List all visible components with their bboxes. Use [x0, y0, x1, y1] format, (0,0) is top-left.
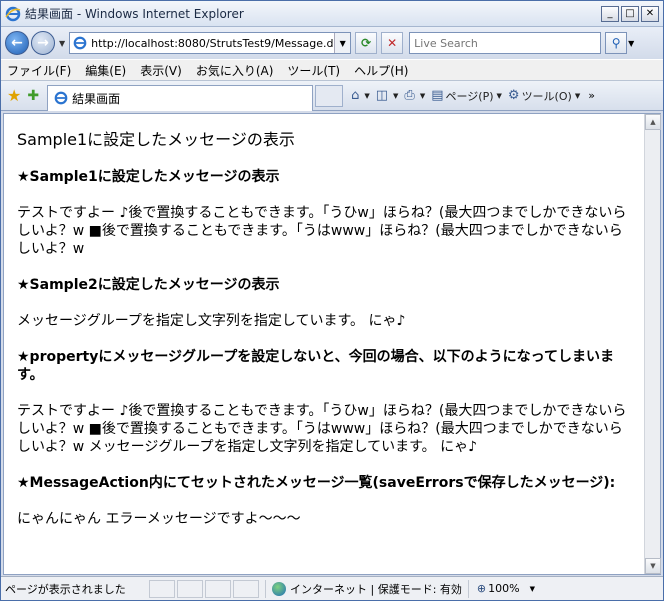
- stop-button[interactable]: ✕: [381, 32, 404, 54]
- page-menu-button[interactable]: ▤ ページ(P) ▼: [431, 88, 502, 104]
- stop-icon: ✕: [387, 36, 398, 50]
- search-button[interactable]: ⚲: [605, 32, 628, 54]
- navigation-bar: ← → ▼ http://localhost:8080/StrutsTest9/…: [1, 27, 663, 59]
- chevron-down-icon: ▼: [650, 562, 656, 570]
- menu-help[interactable]: ヘルプ(H): [354, 62, 408, 79]
- section-body: メッセージグループを指定し文字列を指定しています。 にゃ♪: [17, 313, 406, 329]
- page-viewport: Sample1に設定したメッセージの表示 ★Sample1に設定したメッセージの…: [3, 113, 661, 575]
- refresh-icon: ⟳: [361, 36, 372, 50]
- back-button[interactable]: ←: [5, 31, 29, 55]
- zone-text: インターネット | 保護モード: 有効: [290, 582, 462, 596]
- print-button[interactable]: ⎙ ▼: [404, 88, 425, 103]
- section-heading: ★Sample1に設定したメッセージの表示: [17, 169, 280, 185]
- menu-edit[interactable]: 編集(E): [85, 62, 126, 79]
- address-bar[interactable]: http://localhost:8080/StrutsTest9/Messag…: [69, 32, 352, 54]
- scroll-down-button[interactable]: ▼: [645, 558, 661, 574]
- address-dropdown[interactable]: ▼: [334, 33, 351, 53]
- feeds-button[interactable]: ◫ ▼: [376, 88, 399, 103]
- tab-page-icon: [54, 91, 68, 105]
- page-title: Sample1に設定したメッセージの表示: [17, 130, 295, 149]
- minimize-icon: _: [607, 7, 613, 19]
- section-body: にゃんにゃん エラーメッセージですよ〜〜〜: [17, 511, 301, 527]
- home-icon: ⌂: [351, 88, 360, 103]
- section-body: テストですよー ♪後で置換することもできます。「うひw」ほらね？(最大四つまでし…: [17, 403, 627, 455]
- feed-icon: ◫: [375, 88, 389, 103]
- more-commands-button[interactable]: »: [588, 89, 595, 102]
- favorites-star-icon[interactable]: ★: [7, 86, 21, 105]
- section-heading: ★propertyにメッセージグループを設定しないと、今回の場合、以下のようにな…: [17, 349, 614, 383]
- search-provider-dropdown[interactable]: ▼: [628, 39, 638, 48]
- close-button[interactable]: ✕: [641, 5, 659, 22]
- section-heading: ★MessageAction内にてセットされたメッセージ一覧(saveError…: [17, 475, 616, 491]
- back-arrow-icon: ←: [11, 35, 23, 51]
- page-icon: [73, 36, 87, 50]
- minimize-button[interactable]: _: [601, 5, 619, 22]
- add-favorites-icon[interactable]: ✚: [27, 88, 39, 104]
- tab-label: 結果画面: [72, 91, 121, 106]
- gear-icon: ⚙: [507, 88, 520, 103]
- home-button[interactable]: ⌂ ▼: [351, 88, 370, 103]
- menu-view[interactable]: 表示(V): [140, 62, 182, 79]
- command-bar: ★ ✚ 結果画面 ⌂ ▼ ◫ ▼ ⎙ ▼ ▤ ページ(P) ▼ ⚙ ツール(O) ▼ »: [1, 81, 663, 111]
- vertical-scrollbar[interactable]: ▲ ▼: [644, 114, 661, 574]
- zoom-level: 100%: [488, 582, 520, 595]
- window-title: 結果画面 - Windows Internet Explorer: [25, 7, 244, 21]
- close-icon: ✕: [645, 7, 655, 19]
- refresh-button[interactable]: ⟳: [355, 32, 378, 54]
- menu-bar: ファイル(F) 編集(E) 表示(V) お気に入り(A) ツール(T) ヘルプ(…: [1, 59, 663, 81]
- browser-window: 結果画面 - Windows Internet Explorer _ □ ✕ ←…: [0, 0, 664, 601]
- address-url[interactable]: http://localhost:8080/StrutsTest9/Messag…: [91, 37, 334, 50]
- search-icon: ⚲: [611, 36, 621, 50]
- new-tab-button[interactable]: [315, 84, 344, 107]
- forward-button[interactable]: →: [31, 31, 55, 55]
- menu-tools[interactable]: ツール(T): [287, 62, 340, 79]
- search-box[interactable]: [409, 32, 602, 54]
- maximize-button[interactable]: □: [621, 5, 639, 22]
- security-zone[interactable]: インターネット | 保護モード: 有効: [265, 579, 469, 598]
- menu-file[interactable]: ファイル(F): [7, 62, 71, 79]
- status-panel: [205, 579, 231, 598]
- search-input[interactable]: [414, 37, 597, 50]
- forward-arrow-icon: →: [37, 35, 49, 51]
- scroll-up-button[interactable]: ▲: [645, 114, 661, 130]
- status-panel: [233, 579, 259, 598]
- tab-result[interactable]: 結果画面: [47, 84, 314, 111]
- history-dropdown[interactable]: ▼: [59, 39, 65, 48]
- zoom-icon: ⊕: [476, 582, 487, 595]
- status-text: ページが表示されました: [5, 582, 126, 596]
- status-panel: [177, 579, 203, 598]
- tools-menu-button[interactable]: ⚙ ツール(O) ▼: [508, 88, 580, 104]
- zoom-control[interactable]: ⊕ 100% ▼: [473, 582, 539, 595]
- status-panel: [149, 579, 175, 598]
- title-bar: 結果画面 - Windows Internet Explorer _ □ ✕: [1, 1, 663, 27]
- section-body: テストですよー ♪後で置換することもできます。「うひw」ほらね？(最大四つまでし…: [17, 205, 627, 257]
- menu-favorites[interactable]: お気に入り(A): [196, 62, 274, 79]
- globe-icon: [272, 581, 286, 596]
- ie-logo-icon: [5, 6, 21, 21]
- section-heading: ★Sample2に設定したメッセージの表示: [17, 277, 280, 293]
- printer-icon: ⎙: [404, 88, 415, 103]
- maximize-icon: □: [625, 7, 635, 19]
- chevron-up-icon: ▲: [650, 118, 656, 126]
- page-content: Sample1に設定したメッセージの表示 ★Sample1に設定したメッセージの…: [4, 114, 644, 574]
- status-bar: ページが表示されました インターネット | 保護モード: 有効 ⊕ 100% ▼: [1, 576, 663, 600]
- page-menu-icon: ▤: [431, 88, 444, 103]
- zoom-dropdown-icon: ▼: [529, 584, 535, 593]
